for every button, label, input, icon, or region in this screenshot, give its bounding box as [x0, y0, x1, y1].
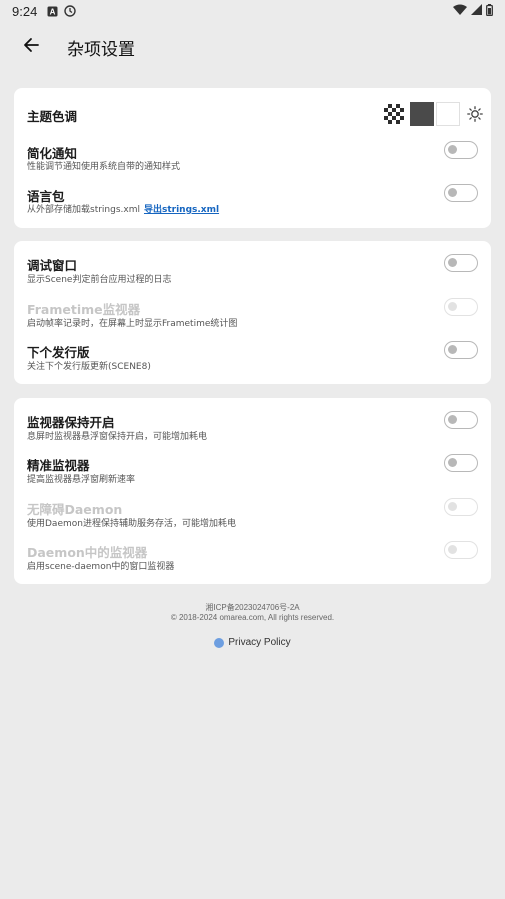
privacy-policy-label: Privacy Policy: [228, 637, 291, 648]
export-strings-link[interactable]: 导出strings.xml: [144, 205, 219, 215]
settings-row: 无障碍Daemon 使用Daemon进程保持辅助服务存活，可能增加耗电: [14, 497, 491, 537]
setting-desc: 提高监视器悬浮窗刷新速率: [27, 475, 136, 485]
status-time: 9:24: [12, 3, 38, 19]
settings-row: Daemon中的监视器 启用scene-daemon中的窗口监视器: [14, 540, 491, 580]
toggle-switch[interactable]: [444, 254, 478, 272]
settings-row[interactable]: 简化通知 性能调节通知使用系统自带的通知样式: [14, 138, 491, 180]
toggle-switch[interactable]: [444, 184, 478, 202]
wifi-icon: [453, 4, 467, 18]
setting-desc: 显示Scene判定前台应用过程的日志: [27, 275, 172, 285]
settings-row[interactable]: 调试窗口 显示Scene判定前台应用过程的日志: [14, 253, 491, 293]
setting-desc: 关注下个发行版更新(SCENE8): [27, 362, 151, 372]
swatch-light[interactable]: [436, 102, 460, 126]
setting-desc: 启用scene-daemon中的窗口监视器: [27, 562, 175, 572]
theme-swatch-group: [382, 102, 486, 126]
settings-card-debug: 调试窗口 显示Scene判定前台应用过程的日志 Frametime监视器 启动帧…: [14, 241, 491, 384]
setting-desc-text: 从外部存储加载strings.xml: [27, 205, 140, 215]
toggle-switch[interactable]: [444, 341, 478, 359]
arrow-left-icon: [23, 37, 39, 57]
settings-row[interactable]: 精准监视器 提高监视器悬浮窗刷新速率: [14, 454, 491, 494]
setting-desc: 启动帧率记录时，在屏幕上时显示Frametime统计图: [27, 319, 238, 329]
page-title: 杂项设置: [67, 39, 135, 60]
battery-icon: [486, 3, 493, 19]
svg-text:A: A: [50, 7, 56, 16]
globe-icon: [214, 637, 225, 648]
settings-row[interactable]: 监视器保持开启 息屏时监视器悬浮窗保持开启，可能增加耗电: [14, 410, 491, 450]
app-bar: 杂项设置: [0, 28, 505, 66]
copyright-text: © 2018-2024 omarea.com, All rights reser…: [170, 613, 335, 622]
setting-desc: 使用Daemon进程保持辅助服务存活，可能增加耗电: [27, 519, 236, 529]
toggle-switch[interactable]: [444, 454, 478, 472]
setting-desc: 从外部存储加载strings.xml 导出strings.xml: [27, 202, 219, 215]
toggle-switch[interactable]: [444, 411, 478, 429]
status-bar: 9:24 A: [0, 0, 505, 22]
swatch-checker[interactable]: [384, 104, 404, 124]
clock-icon: [64, 5, 77, 17]
setting-desc: 息屏时监视器悬浮窗保持开启，可能增加耗电: [27, 432, 208, 442]
swatch-dark[interactable]: [410, 102, 434, 126]
setting-desc: 性能调节通知使用系统自带的通知样式: [27, 162, 181, 172]
settings-row[interactable]: 下个发行版 关注下个发行版更新(SCENE8): [14, 340, 491, 380]
a-icon: A: [47, 6, 58, 17]
toggle-switch: [444, 498, 478, 516]
signal-icon: [471, 4, 482, 18]
settings-row[interactable]: 语言包 从外部存储加载strings.xml 导出strings.xml: [14, 181, 491, 223]
toggle-switch[interactable]: [444, 141, 478, 159]
icp-text: 湘ICP备2023024706号-2A: [205, 603, 300, 612]
theme-label: 主题色调: [27, 109, 78, 124]
sun-icon[interactable]: [464, 103, 486, 125]
back-button[interactable]: [13, 29, 49, 65]
settings-card-monitor: 监视器保持开启 息屏时监视器悬浮窗保持开启，可能增加耗电 精准监视器 提高监视器…: [14, 398, 491, 584]
toggle-switch: [444, 298, 478, 316]
toggle-switch: [444, 541, 478, 559]
settings-row: Frametime监视器 启动帧率记录时，在屏幕上时显示Frametime统计图: [14, 297, 491, 337]
privacy-policy-link[interactable]: Privacy Policy: [0, 637, 505, 648]
